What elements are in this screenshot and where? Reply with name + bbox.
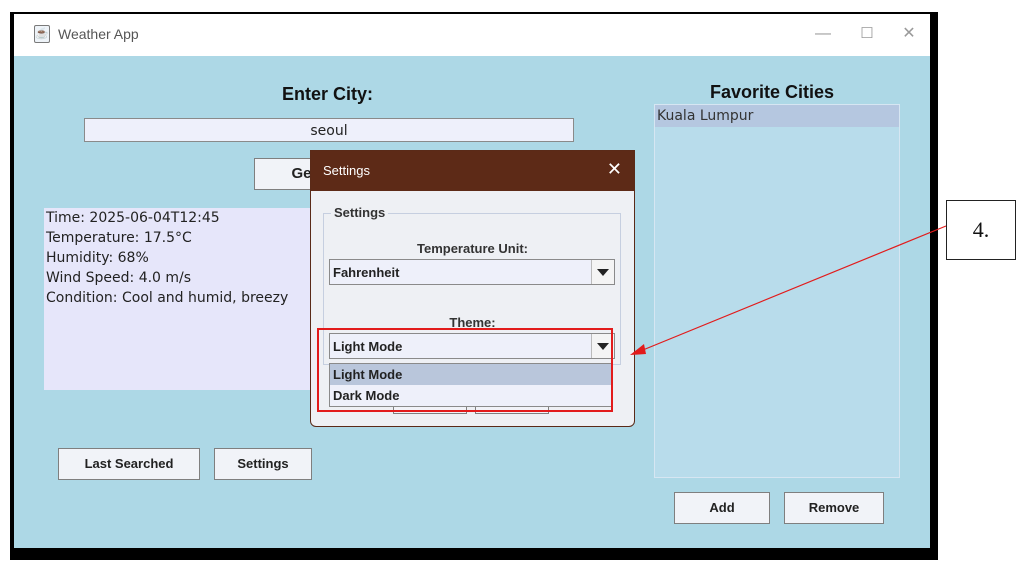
annotation-arrow: [630, 225, 947, 355]
annotation-callout: 4.: [946, 200, 1016, 260]
